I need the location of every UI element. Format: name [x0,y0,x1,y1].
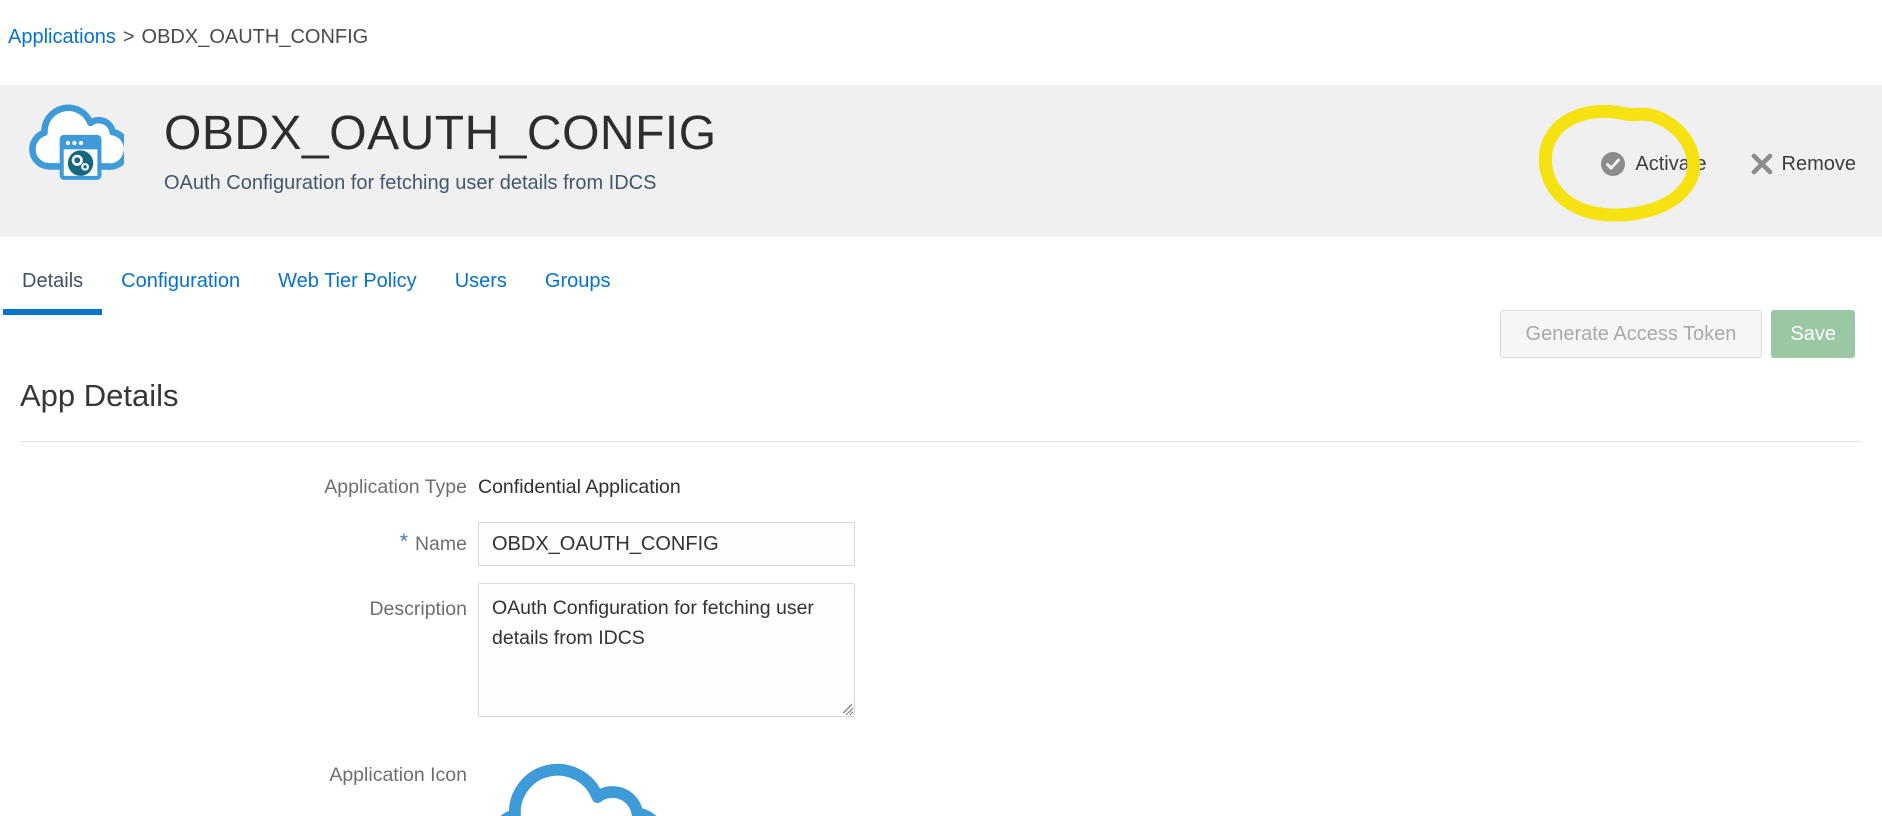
remove-button[interactable]: Remove [1751,153,1856,176]
title-block: OBDX_OAUTH_CONFIG OAuth Configuration fo… [164,105,717,195]
application-icon-preview [478,754,658,816]
tab-users[interactable]: Users [436,268,526,315]
section-divider [20,441,1862,442]
application-type-row: Application Type Confidential Applicatio… [0,475,1882,499]
application-icon-label: Application Icon [329,764,467,786]
breadcrumb: Applications > OBDX_OAUTH_CONFIG [8,26,368,49]
app-details-form: Application Type Confidential Applicatio… [0,470,1882,816]
section-title: App Details [20,378,179,413]
tab-web-tier-policy[interactable]: Web Tier Policy [259,268,436,315]
application-type-value: Confidential Application [478,476,681,498]
breadcrumb-separator: > [122,26,135,48]
activate-button[interactable]: Activate [1600,151,1707,177]
name-input[interactable] [478,522,855,566]
page-subtitle: OAuth Configuration for fetching user de… [164,171,657,194]
remove-label: Remove [1781,152,1856,175]
breadcrumb-link-applications[interactable]: Applications [8,26,116,48]
page-title: OBDX_OAUTH_CONFIG [164,107,717,160]
tab-configuration[interactable]: Configuration [102,268,259,315]
save-button[interactable]: Save [1771,310,1855,358]
application-type-label: Application Type [324,476,467,498]
required-asterisk: * [399,530,408,553]
name-row: * Name [0,522,1882,566]
x-icon [1751,153,1773,175]
tab-groups[interactable]: Groups [526,268,630,315]
header-actions: Activate Remove [1600,151,1856,177]
application-icon-row: Application Icon [0,754,1882,816]
breadcrumb-current: OBDX_OAUTH_CONFIG [141,26,369,48]
tab-bar: Details Configuration Web Tier Policy Us… [3,268,630,315]
description-row: Description OAuth Configuration for fetc… [0,583,1882,723]
app-cloud-icon [24,99,124,188]
app-header: OBDX_OAUTH_CONFIG OAuth Configuration fo… [0,85,1882,237]
tab-details[interactable]: Details [3,268,103,315]
toolbar: Generate Access Token Save [1499,310,1855,358]
description-label: Description [369,598,467,620]
name-label: * Name [399,530,467,555]
generate-access-token-button[interactable]: Generate Access Token [1499,310,1763,358]
description-textarea[interactable]: OAuth Configuration for fetching user de… [478,583,855,717]
check-circle-icon [1600,151,1626,177]
activate-label: Activate [1635,152,1707,175]
